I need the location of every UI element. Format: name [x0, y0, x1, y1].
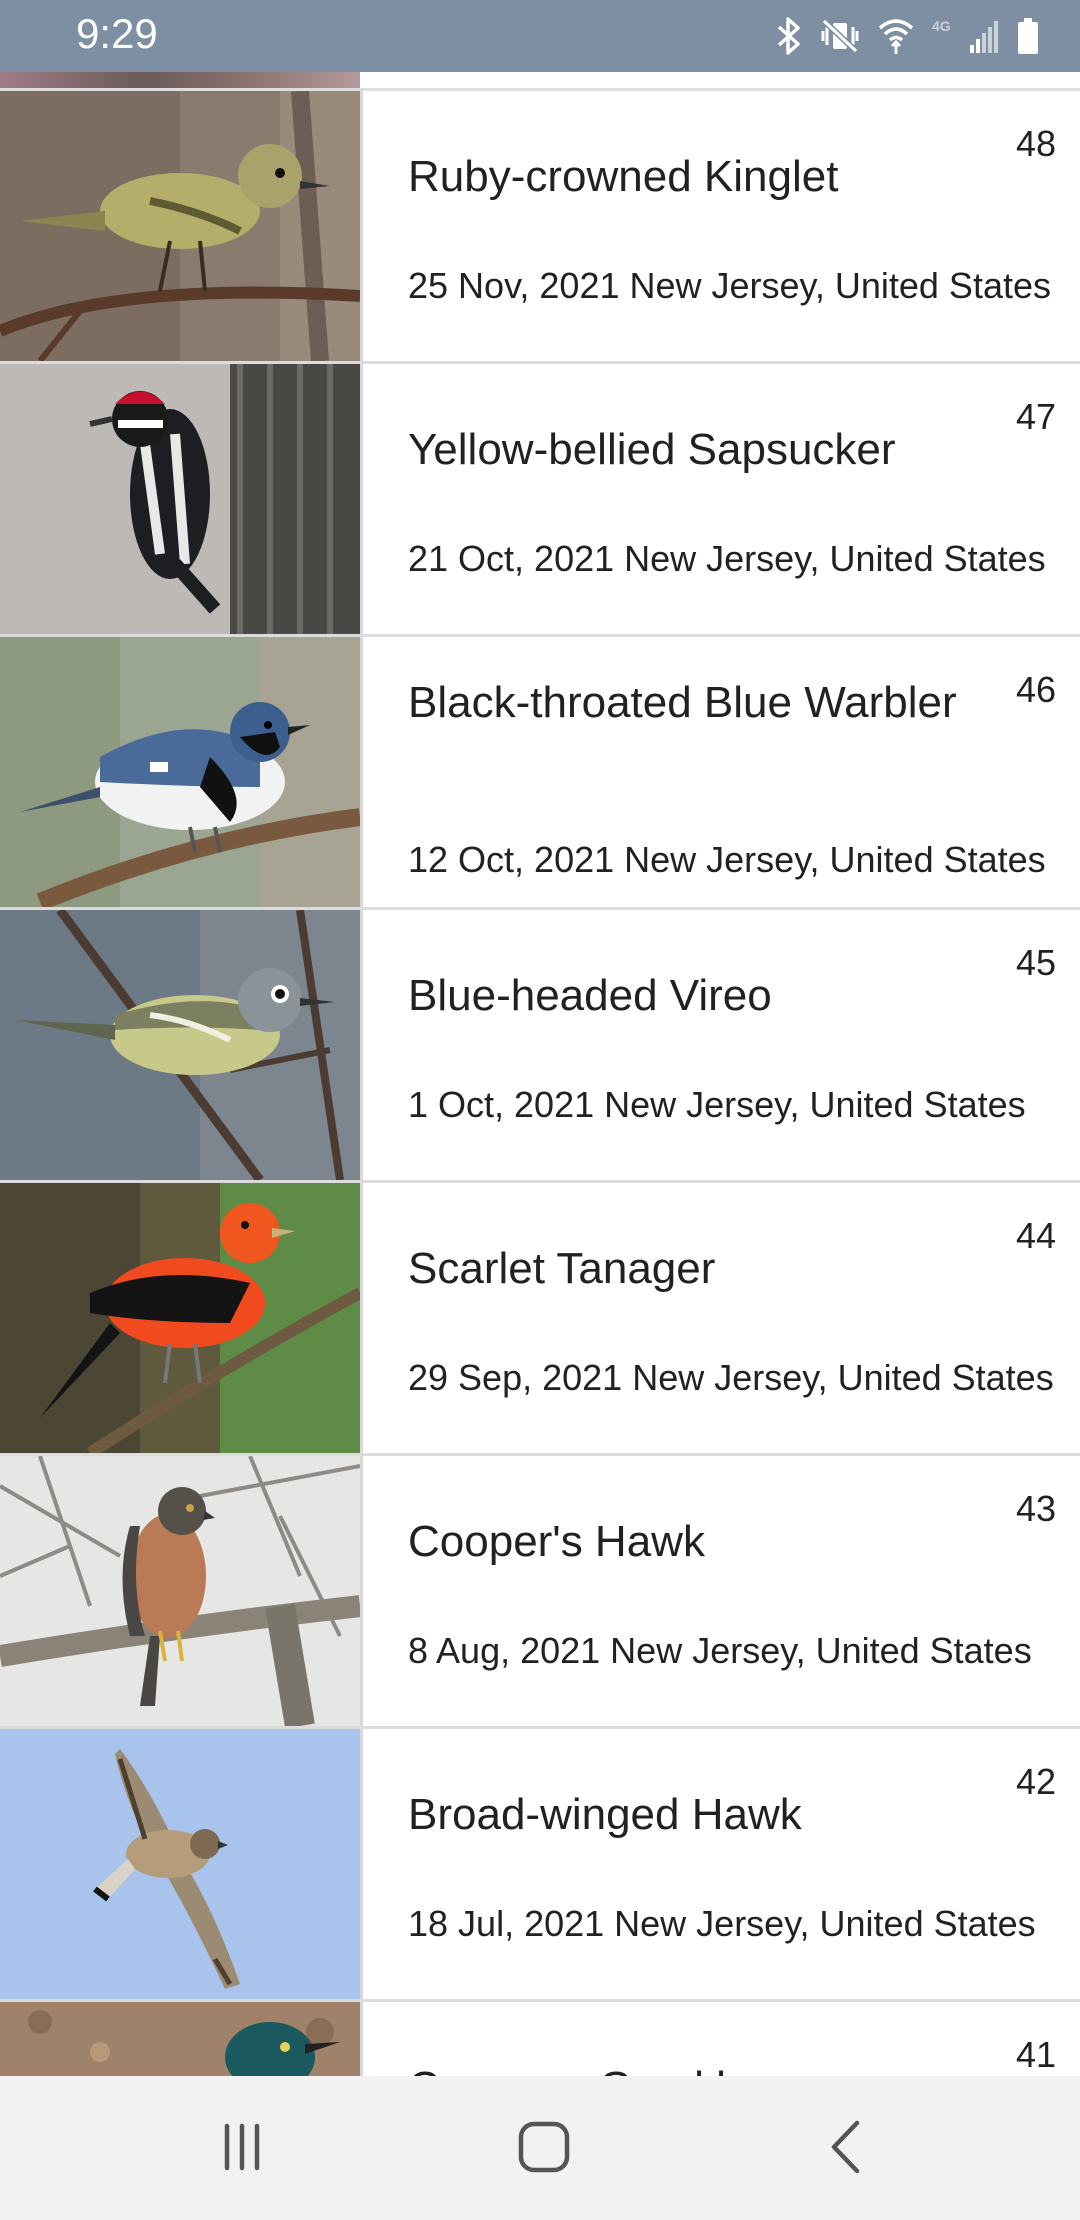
- bird-name: Ruby-crowned Kinglet: [408, 152, 839, 201]
- bird-photo-thumbnail: [0, 637, 363, 907]
- sighting-number: 45: [1015, 942, 1056, 983]
- status-bar: 9:29 4G: [0, 0, 1080, 72]
- sighting-number: 46: [1015, 669, 1056, 710]
- sighting-date-location: 1 Oct, 2021 New Jersey, United States: [408, 1084, 1026, 1125]
- previous-row-thumbnail-fragment: [0, 72, 360, 88]
- sighting-date-location: 12 Oct, 2021 New Jersey, United States: [408, 839, 1046, 880]
- list-item[interactable]: Broad-winged Hawk 18 Jul, 2021 New Jerse…: [0, 1729, 1080, 2002]
- bird-name: Black-throated Blue Warbler: [408, 678, 957, 727]
- home-icon: [516, 2119, 572, 2180]
- bird-name: Broad-winged Hawk: [408, 1790, 802, 1839]
- list-item[interactable]: Common Grackle 41: [0, 2002, 1080, 2076]
- bluetooth-icon: [776, 17, 802, 55]
- network-label: 4G: [932, 18, 951, 34]
- recent-apps-icon: [217, 2122, 267, 2177]
- sightings-list[interactable]: Ruby-crowned Kinglet 25 Nov, 2021 New Je…: [0, 72, 1080, 2076]
- sighting-date-location: 25 Nov, 2021 New Jersey, United States: [408, 265, 1051, 306]
- sighting-number: 42: [1015, 1761, 1056, 1802]
- sighting-number: 44: [1015, 1215, 1056, 1256]
- sighting-date-location: 29 Sep, 2021 New Jersey, United States: [408, 1357, 1054, 1398]
- back-icon: [822, 2119, 872, 2180]
- 4g-signal-icon: 4G: [932, 17, 998, 55]
- home-button[interactable]: [509, 2114, 579, 2184]
- bird-photo-thumbnail: [0, 2002, 363, 2076]
- sighting-date-location: 18 Jul, 2021 New Jersey, United States: [408, 1903, 1036, 1944]
- bird-photo-thumbnail: [0, 364, 363, 634]
- bird-photo-thumbnail: [0, 91, 363, 361]
- list-item[interactable]: Yellow-bellied Sapsucker 21 Oct, 2021 Ne…: [0, 364, 1080, 637]
- sighting-number: 41: [1015, 2034, 1056, 2075]
- list-item[interactable]: Blue-headed Vireo 1 Oct, 2021 New Jersey…: [0, 910, 1080, 1183]
- bird-name: Scarlet Tanager: [408, 1244, 716, 1293]
- recent-apps-button[interactable]: [207, 2114, 277, 2184]
- back-button[interactable]: [812, 2114, 882, 2184]
- sighting-number: 47: [1015, 396, 1056, 437]
- sighting-date-location: 21 Oct, 2021 New Jersey, United States: [408, 538, 1046, 579]
- sighting-date-location: 8 Aug, 2021 New Jersey, United States: [408, 1630, 1032, 1671]
- status-time: 9:29: [76, 10, 158, 57]
- bird-photo-thumbnail: [0, 910, 363, 1180]
- list-item[interactable]: Scarlet Tanager 29 Sep, 2021 New Jersey,…: [0, 1183, 1080, 1456]
- list-item[interactable]: Cooper's Hawk 8 Aug, 2021 New Jersey, Un…: [0, 1456, 1080, 1729]
- bird-photo-thumbnail: [0, 1456, 363, 1726]
- bird-name: Yellow-bellied Sapsucker: [408, 425, 896, 474]
- mute-vibrate-icon: [820, 17, 860, 55]
- list-item[interactable]: Ruby-crowned Kinglet 25 Nov, 2021 New Je…: [0, 91, 1080, 364]
- navigation-bar: [0, 2076, 1080, 2220]
- bird-photo-thumbnail: [0, 1729, 363, 1999]
- sighting-number: 48: [1015, 123, 1056, 164]
- status-icons: 4G: [776, 14, 1040, 58]
- battery-icon: [1016, 17, 1040, 55]
- sighting-number: 43: [1015, 1488, 1056, 1529]
- bird-name: Cooper's Hawk: [408, 1517, 705, 1566]
- bird-photo-thumbnail: [0, 1183, 363, 1453]
- list-item[interactable]: Black-throated Blue Warbler 12 Oct, 2021…: [0, 637, 1080, 910]
- bird-name: Common Grackle: [408, 2060, 968, 2076]
- bird-name: Blue-headed Vireo: [408, 971, 772, 1020]
- wifi-icon: [878, 16, 914, 56]
